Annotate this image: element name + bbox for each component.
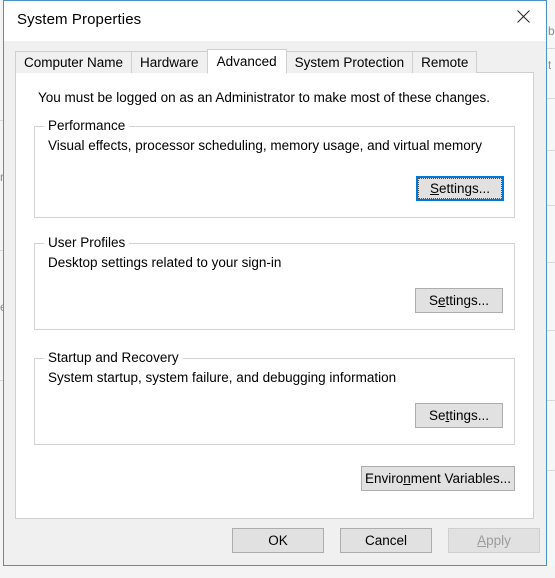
startup-recovery-settings-button[interactable]: Settings... — [415, 403, 503, 428]
tab-label: System Protection — [294, 55, 405, 70]
background-rule — [547, 470, 555, 471]
tab-label: Hardware — [140, 55, 199, 70]
tab-label: Advanced — [216, 54, 277, 69]
accesskey-letter: A — [477, 533, 487, 548]
close-icon[interactable] — [501, 1, 546, 32]
group-legend-user-profiles: User Profiles — [44, 235, 130, 250]
tab-label: Computer Name — [24, 55, 124, 70]
performance-settings-button[interactable]: Settings... — [416, 176, 504, 201]
window-title: System Properties — [17, 11, 142, 28]
button-label-start: Enviro — [364, 471, 404, 486]
group-startup-recovery: Startup and Recovery System startup, sys… — [34, 350, 515, 445]
group-description-performance: Visual effects, processor scheduling, me… — [48, 138, 482, 153]
tab-area: Computer Name Hardware Advanced System P… — [4, 41, 546, 565]
button-label-rest: ettings... — [438, 181, 491, 196]
group-performance: Performance Visual effects, processor sc… — [34, 118, 515, 218]
background-rule — [547, 262, 555, 263]
system-properties-dialog: System Properties Computer Name Hardware… — [3, 0, 547, 566]
background-rule — [547, 330, 555, 331]
group-user-profiles: User Profiles Desktop settings related t… — [34, 235, 515, 330]
background-window-right — [547, 0, 555, 578]
button-label-wrapper: Cancel — [341, 529, 431, 552]
group-description-startup-recovery: System startup, system failure, and debu… — [48, 370, 397, 385]
button-label-wrapper: Environment Variables... — [362, 467, 514, 490]
background-rule — [547, 48, 555, 49]
button-label-wrapper: Apply — [449, 529, 539, 552]
administrator-note: You must be logged on as an Administrato… — [38, 90, 491, 105]
button-label-rest: pply — [486, 533, 511, 548]
button-label-wrapper: OK — [233, 529, 323, 552]
apply-button: Apply — [448, 528, 540, 553]
environment-variables-button[interactable]: Environment Variables... — [361, 466, 515, 491]
button-label: OK — [268, 533, 288, 548]
group-legend-performance: Performance — [44, 118, 130, 133]
background-text-fragment: t — [548, 58, 552, 72]
button-label-rest: ttings... — [445, 293, 490, 308]
tab-computer-name[interactable]: Computer Name — [15, 51, 133, 73]
tab-remote[interactable]: Remote — [412, 51, 478, 73]
button-label-start: Se — [428, 408, 446, 423]
tab-system-protection[interactable]: System Protection — [285, 51, 414, 73]
tab-label: Remote — [421, 55, 469, 70]
background-rule — [547, 400, 555, 401]
user-profiles-settings-button[interactable]: Settings... — [415, 288, 503, 313]
button-label-wrapper: Settings... — [416, 289, 502, 312]
group-legend-startup-recovery: Startup and Recovery — [44, 350, 183, 365]
button-label-wrapper: Settings... — [416, 404, 502, 427]
title-bar: System Properties — [4, 1, 546, 41]
tab-panel-advanced: You must be logged on as an Administrato… — [15, 72, 534, 519]
accesskey-letter: n — [403, 471, 411, 486]
dialog-button-bar: OK Cancel Apply — [4, 519, 546, 565]
tab-hardware[interactable]: Hardware — [131, 51, 208, 73]
background-rule — [547, 150, 555, 151]
background-rule — [547, 98, 555, 99]
tab-advanced[interactable]: Advanced — [206, 49, 287, 74]
background-rule — [547, 205, 555, 206]
background-text-fragment: b — [548, 24, 555, 38]
button-label-rest: tings... — [449, 408, 490, 423]
group-description-user-profiles: Desktop settings related to your sign-in — [48, 255, 282, 270]
button-label-wrapper: Settings... — [418, 178, 502, 199]
button-label-start: S — [428, 293, 438, 308]
accesskey-letter: S — [429, 181, 439, 196]
button-label: Cancel — [364, 533, 408, 548]
tab-strip: Computer Name Hardware Advanced System P… — [15, 48, 478, 74]
accesskey-letter: e — [437, 293, 446, 308]
ok-button[interactable]: OK — [232, 528, 324, 553]
button-label-rest: ment Variables... — [410, 471, 512, 486]
cancel-button[interactable]: Cancel — [340, 528, 432, 553]
background-window-bottom — [0, 566, 555, 578]
